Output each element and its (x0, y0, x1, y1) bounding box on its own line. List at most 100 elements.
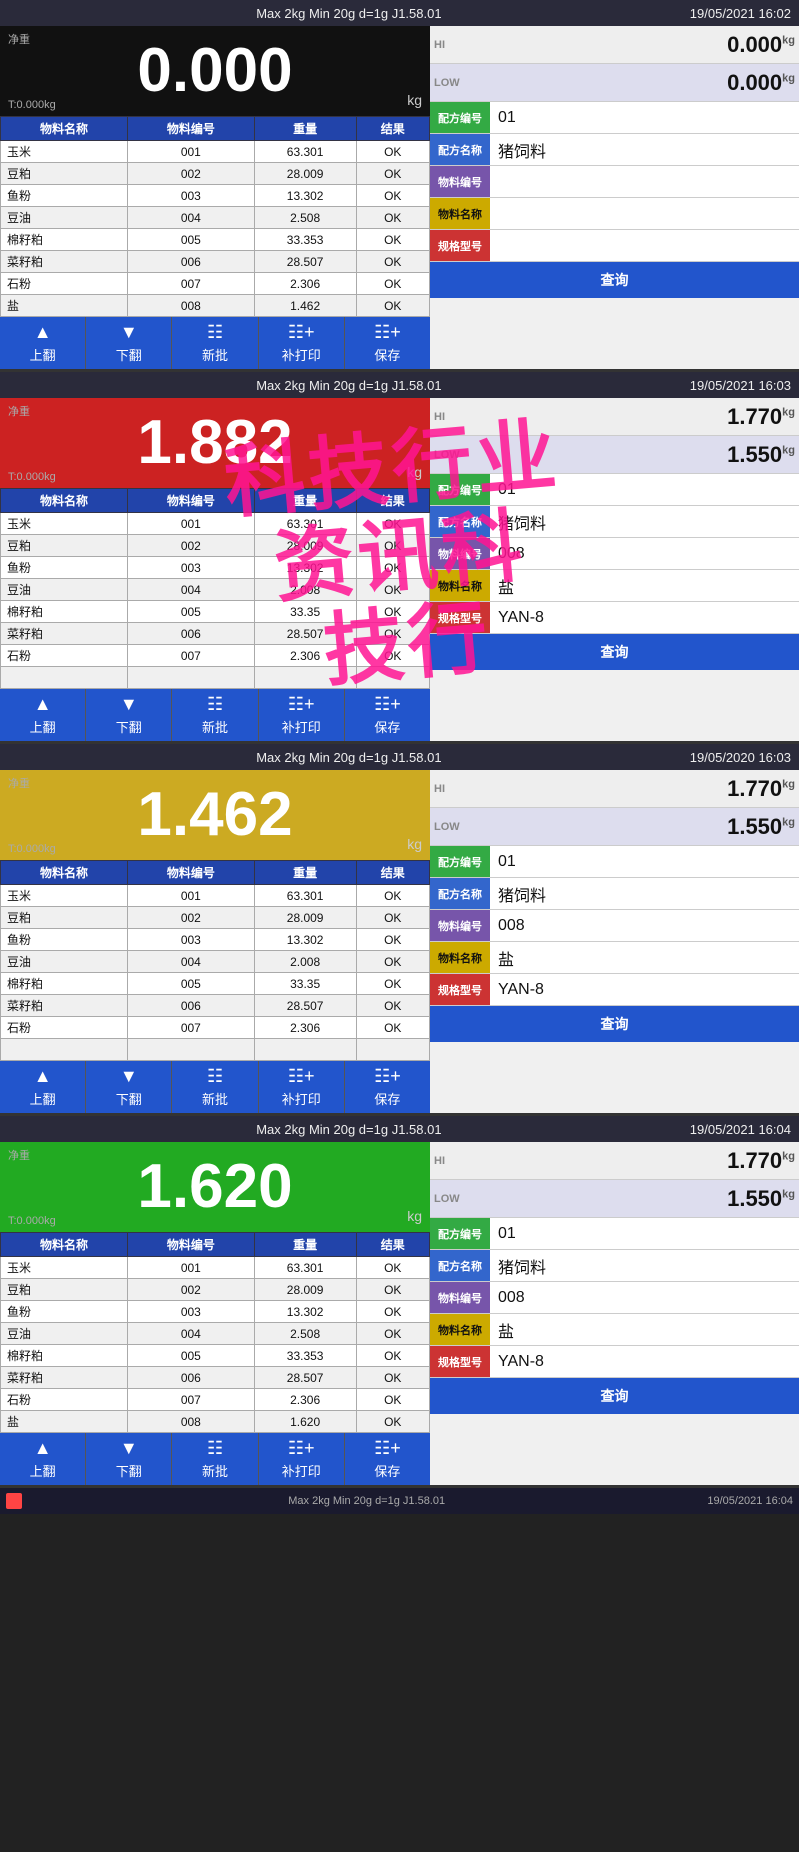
table-cell: 1.620 (254, 1411, 356, 1433)
btn-保存[interactable]: ☷+保存 (345, 1061, 430, 1113)
btn-上翻[interactable]: ▲上翻 (0, 1433, 86, 1485)
table-cell: 33.353 (254, 1345, 356, 1367)
material-table: 物料名称物料编号重量结果玉米00163.301OK豆粕00228.009OK鱼粉… (0, 116, 430, 317)
btn-label: 保存 (374, 1461, 400, 1480)
info-key: 物料编号 (430, 1282, 490, 1313)
table-cell: 2.306 (254, 645, 356, 667)
table-cell: 菜籽粕 (1, 1367, 128, 1389)
btn-下翻[interactable]: ▼下翻 (86, 689, 172, 741)
info-row: 规格型号 (430, 230, 799, 262)
table-cell: 003 (127, 185, 254, 207)
table-cell: 001 (127, 513, 254, 535)
table-cell: 001 (127, 141, 254, 163)
table-cell: 13.302 (254, 1301, 356, 1323)
table-cell (356, 667, 430, 689)
low-label: LOW (430, 821, 466, 833)
btn-上翻[interactable]: ▲上翻 (0, 1061, 86, 1113)
tare-value: T:0.000kg (8, 99, 56, 111)
table-cell: OK (356, 1257, 430, 1279)
btn-label: 下翻 (116, 345, 142, 364)
btn-label: 上翻 (30, 345, 56, 364)
btn-icon: ▼ (120, 694, 138, 715)
btn-补打印[interactable]: ☷+补打印 (259, 1433, 345, 1485)
table-cell: 盐 (1, 295, 128, 317)
info-value: 猪饲料 (490, 878, 799, 909)
btn-新批[interactable]: ☷新批 (172, 1433, 258, 1485)
table-cell: 33.35 (254, 601, 356, 623)
button-bar: ▲上翻▼下翻☷新批☷+补打印☷+保存 (0, 317, 430, 369)
info-key: 物料编号 (430, 910, 490, 941)
btn-下翻[interactable]: ▼下翻 (86, 1433, 172, 1485)
btn-补打印[interactable]: ☷+补打印 (259, 1061, 345, 1113)
main-content: 净重1.620kgT:0.000kg物料名称物料编号重量结果玉米00163.30… (0, 1142, 799, 1485)
btn-新批[interactable]: ☷新批 (172, 317, 258, 369)
btn-保存[interactable]: ☷+保存 (345, 1433, 430, 1485)
table-row (1, 667, 430, 689)
low-row: LOW 0.000kg (430, 64, 799, 102)
low-label: LOW (430, 77, 466, 89)
btn-新批[interactable]: ☷新批 (172, 689, 258, 741)
query-button[interactable]: 查询 (430, 634, 799, 670)
table-row: 豆油0042.008OK (1, 579, 430, 601)
table-cell: OK (356, 163, 430, 185)
btn-新批[interactable]: ☷新批 (172, 1061, 258, 1113)
topbar-center: Max 2kg Min 20g d=1g J1.58.01 (256, 1122, 441, 1137)
table-cell: 003 (127, 1301, 254, 1323)
info-row: 物料编号008 (430, 538, 799, 570)
info-row: 规格型号YAN-8 (430, 602, 799, 634)
table-cell: 002 (127, 907, 254, 929)
btn-补打印[interactable]: ☷+补打印 (259, 689, 345, 741)
table-cell: OK (356, 273, 430, 295)
btn-下翻[interactable]: ▼下翻 (86, 1061, 172, 1113)
btn-label: 补打印 (282, 717, 321, 736)
info-key: 配方编号 (430, 474, 490, 505)
material-table: 物料名称物料编号重量结果玉米00163.301OK豆粕00228.009OK鱼粉… (0, 860, 430, 1061)
status-bar: Max 2kg Min 20g d=1g J1.58.0119/05/2021 … (0, 1488, 799, 1514)
hi-low-area: HI 1.770kg LOW 1.550kg (430, 770, 799, 846)
table-row (1, 1039, 430, 1061)
table-row: 盐0081.462OK (1, 295, 430, 317)
btn-icon: ☷+ (374, 322, 401, 343)
weight-display-area: 净重1.462kgT:0.000kg (0, 770, 430, 860)
table-cell: 002 (127, 535, 254, 557)
table-cell: 鱼粉 (1, 929, 128, 951)
info-row: 配方编号01 (430, 1218, 799, 1250)
btn-保存[interactable]: ☷+保存 (345, 317, 430, 369)
weight-display-area: 净重1.620kgT:0.000kg (0, 1142, 430, 1232)
table-cell: 玉米 (1, 885, 128, 907)
table-header: 结果 (356, 489, 430, 513)
table-row: 石粉0072.306OK (1, 1389, 430, 1411)
info-row: 配方编号01 (430, 846, 799, 878)
table-row: 玉米00163.301OK (1, 885, 430, 907)
table-row: 豆油0042.008OK (1, 951, 430, 973)
weight-label: 净重 (8, 31, 30, 47)
table-cell: 004 (127, 207, 254, 229)
status-center: Max 2kg Min 20g d=1g J1.58.01 (288, 1495, 445, 1507)
btn-icon: ☷ (207, 322, 223, 343)
weight-display-area: 净重1.882kgT:0.000kg (0, 398, 430, 488)
query-button[interactable]: 查询 (430, 1006, 799, 1042)
btn-上翻[interactable]: ▲上翻 (0, 689, 86, 741)
table-cell (254, 1039, 356, 1061)
table-cell: 007 (127, 1017, 254, 1039)
app: Max 2kg Min 20g d=1g J1.58.01 19/05/2021 … (0, 0, 799, 1514)
table-row: 豆油0042.508OK (1, 207, 430, 229)
right-side: HI 1.770kg LOW 1.550kg 配方编号01配方名称猪饲料物料编号… (430, 398, 799, 741)
info-value: 盐 (490, 942, 799, 973)
hi-value: 0.000kg (466, 32, 799, 58)
query-button[interactable]: 查询 (430, 262, 799, 298)
btn-保存[interactable]: ☷+保存 (345, 689, 430, 741)
table-cell: 石粉 (1, 273, 128, 295)
btn-上翻[interactable]: ▲上翻 (0, 317, 86, 369)
table-cell: 棉籽粕 (1, 229, 128, 251)
query-button[interactable]: 查询 (430, 1378, 799, 1414)
btn-label: 上翻 (30, 1461, 56, 1480)
btn-下翻[interactable]: ▼下翻 (86, 317, 172, 369)
info-key: 物料名称 (430, 942, 490, 973)
table-cell: OK (356, 535, 430, 557)
topbar-right: 19/05/2021 16:02 (690, 6, 791, 21)
low-value: 1.550kg (466, 442, 799, 468)
btn-补打印[interactable]: ☷+补打印 (259, 317, 345, 369)
btn-label: 保存 (374, 1089, 400, 1108)
info-key: 物料名称 (430, 570, 490, 601)
